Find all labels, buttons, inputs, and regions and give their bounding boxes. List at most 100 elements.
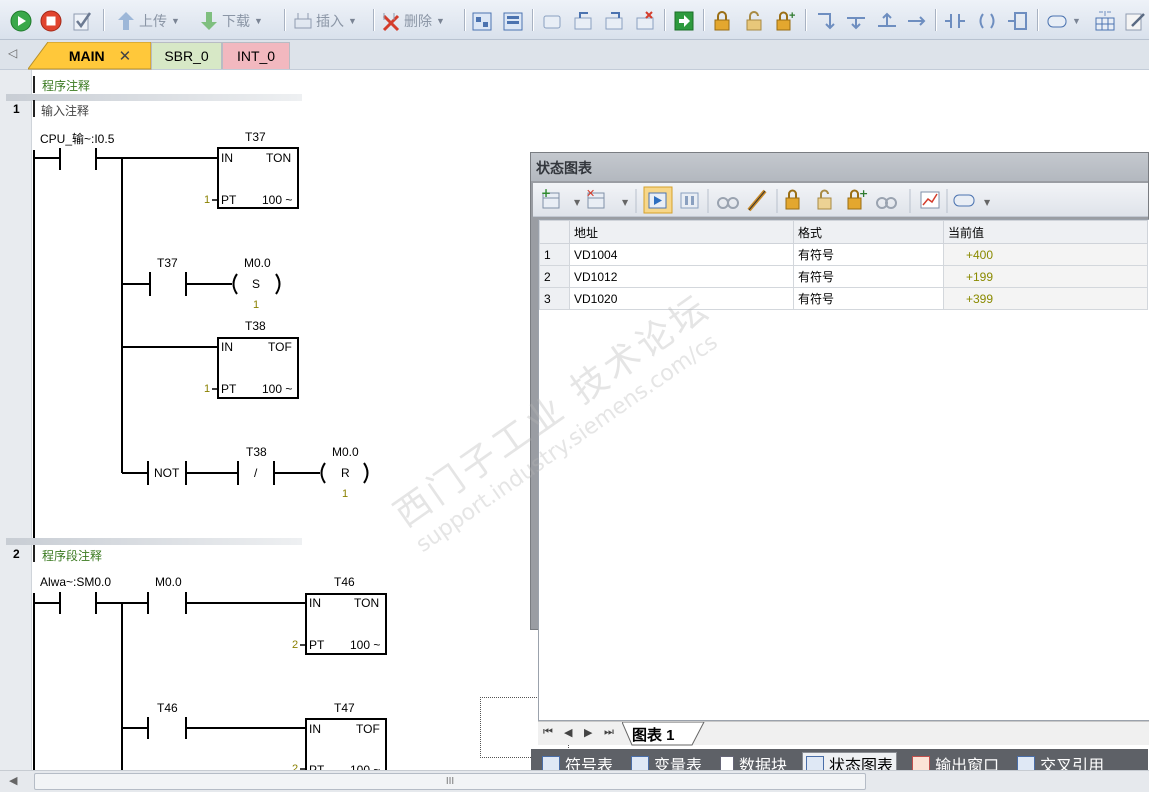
m00-reset-address[interactable]: M0.0	[332, 445, 359, 459]
table-header-row: 地址 格式 当前值	[539, 220, 1148, 244]
unforce-lock-icon	[817, 189, 832, 210]
contact-m00-label[interactable]: M0.0	[155, 575, 182, 589]
first-sheet-icon[interactable]: ⏮	[543, 726, 553, 739]
trend-chart-icon	[920, 191, 940, 209]
read-arrow-icon	[572, 10, 594, 32]
status-chart-title[interactable]: 状态图表	[531, 153, 1148, 181]
network-2-comment[interactable]: 程序段注释	[42, 547, 102, 564]
ladder-line-button[interactable]	[906, 8, 928, 34]
ladder-branch-up-button[interactable]	[876, 8, 898, 34]
table-row[interactable]: 3 VD1020 有符号 +399	[539, 287, 1148, 310]
unforce-all-icon: +	[847, 187, 868, 210]
wire-down-icon	[814, 10, 836, 32]
t38-contact-label[interactable]: T38	[246, 445, 267, 459]
t47-in-label: IN	[309, 722, 321, 736]
column-header-address[interactable]: 地址	[569, 220, 794, 244]
table-row[interactable]: 2 VD1012 有符号 +199	[539, 265, 1148, 288]
table-row[interactable]: 1 VD1004 有符号 +400	[539, 243, 1148, 266]
next-sheet-icon[interactable]: ▶	[584, 726, 592, 739]
write-arrow-icon	[603, 10, 625, 32]
row-number-header	[539, 220, 570, 244]
row-number[interactable]: 2	[539, 265, 570, 288]
unlock-icon	[743, 10, 765, 32]
t38-title[interactable]: T38	[245, 319, 266, 333]
table-button[interactable]	[1094, 8, 1116, 34]
t47-pt-label: PT	[309, 763, 325, 770]
editor-horizontal-scrollbar[interactable]: ◀ III	[0, 770, 1149, 792]
network-2-separator	[6, 538, 302, 545]
address-cell[interactable]: VD1020	[569, 287, 794, 310]
t47-pt-value: 2	[292, 763, 299, 770]
ladder-wire-button[interactable]	[814, 8, 836, 34]
sheet-tab-chart-1[interactable]: 图表 1	[632, 724, 675, 745]
force-icon	[634, 10, 656, 32]
prev-sheet-icon[interactable]: ◀	[564, 726, 572, 739]
current-value-cell: +199	[943, 265, 1148, 288]
normally-closed-slash: /	[254, 466, 258, 480]
column-header-format[interactable]: 格式	[793, 220, 944, 244]
t37-type-label: TON	[266, 151, 292, 165]
chart-pause-icon	[680, 192, 699, 209]
t37-time-base: 100 ~	[262, 193, 293, 207]
row-number[interactable]: 3	[539, 287, 570, 310]
contact-cpu-input-label[interactable]: CPU_输~:I0.5	[40, 130, 114, 147]
scroll-thumb[interactable]: III	[34, 773, 866, 790]
lock-button[interactable]	[711, 8, 733, 34]
t37-pt-label: PT	[221, 193, 237, 207]
format-cell[interactable]: 有符号	[793, 287, 944, 310]
chart-run-icon	[643, 186, 673, 214]
t46-pt-label: PT	[309, 638, 325, 652]
coil-icon	[976, 10, 998, 32]
address-cell[interactable]: VD1012	[569, 265, 794, 288]
write-button[interactable]	[603, 8, 625, 34]
ladder-branch-down-button[interactable]	[845, 8, 867, 34]
symbol-button[interactable]: ▼	[1046, 8, 1081, 34]
read-button[interactable]	[572, 8, 594, 34]
svg-text:+: +	[859, 187, 868, 200]
t38-in-label: IN	[221, 340, 233, 354]
unlock-button[interactable]	[743, 8, 765, 34]
m00-set-address[interactable]: M0.0	[244, 256, 271, 270]
svg-text:▼: ▼	[622, 198, 629, 207]
t38-pt-value: 1	[204, 383, 211, 395]
last-sheet-icon[interactable]: ⏭	[604, 726, 614, 739]
svg-text:+: +	[789, 10, 795, 22]
format-cell[interactable]: 有符号	[793, 243, 944, 266]
t38-type-label: TOF	[268, 340, 292, 354]
branch-up-icon	[876, 10, 898, 32]
t37-pt-value: 1	[204, 194, 211, 206]
glasses-icon	[717, 197, 739, 209]
t47-title[interactable]: T47	[334, 701, 355, 715]
format-cell[interactable]: 有符号	[793, 265, 944, 288]
goto-button[interactable]	[673, 8, 695, 34]
t37-contact-label[interactable]: T37	[157, 256, 178, 270]
address-cell[interactable]: VD1004	[569, 243, 794, 266]
t46-contact-label[interactable]: T46	[157, 701, 178, 715]
t38-pt-label: PT	[221, 382, 237, 396]
t37-title[interactable]: T37	[245, 130, 266, 144]
t46-title[interactable]: T46	[334, 575, 355, 589]
set-coil-value: 1	[253, 299, 260, 311]
row-number[interactable]: 1	[539, 243, 570, 266]
lock-icon	[711, 10, 733, 32]
insert-contact-button[interactable]	[944, 8, 966, 34]
edit-button[interactable]	[1124, 8, 1146, 34]
lock-plus-icon: +	[775, 10, 797, 32]
table-grid-icon	[1094, 10, 1116, 32]
insert-coil-button[interactable]	[976, 8, 998, 34]
symbol-dropdown-icon[interactable]: ▼	[1072, 16, 1081, 26]
lock-add-button[interactable]: +	[775, 8, 797, 34]
t47-type-label: TOF	[356, 722, 380, 736]
status-chart-toolbar: + ▼ ✕ ▼ + ▼	[533, 183, 1148, 217]
pause-button[interactable]	[541, 8, 563, 34]
goto-arrow-icon	[673, 10, 695, 32]
force-lock-icon	[785, 189, 800, 210]
column-header-current-value[interactable]: 当前值	[943, 220, 1148, 244]
insert-box-button[interactable]	[1007, 8, 1029, 34]
contact-always-on-label[interactable]: Alwa~:SM0.0	[40, 575, 111, 589]
force-button[interactable]	[634, 8, 656, 34]
box-icon	[541, 10, 563, 32]
not-label[interactable]: NOT	[154, 466, 179, 480]
scroll-left-icon[interactable]: ◀	[9, 774, 17, 787]
t37-in-label: IN	[221, 151, 233, 165]
